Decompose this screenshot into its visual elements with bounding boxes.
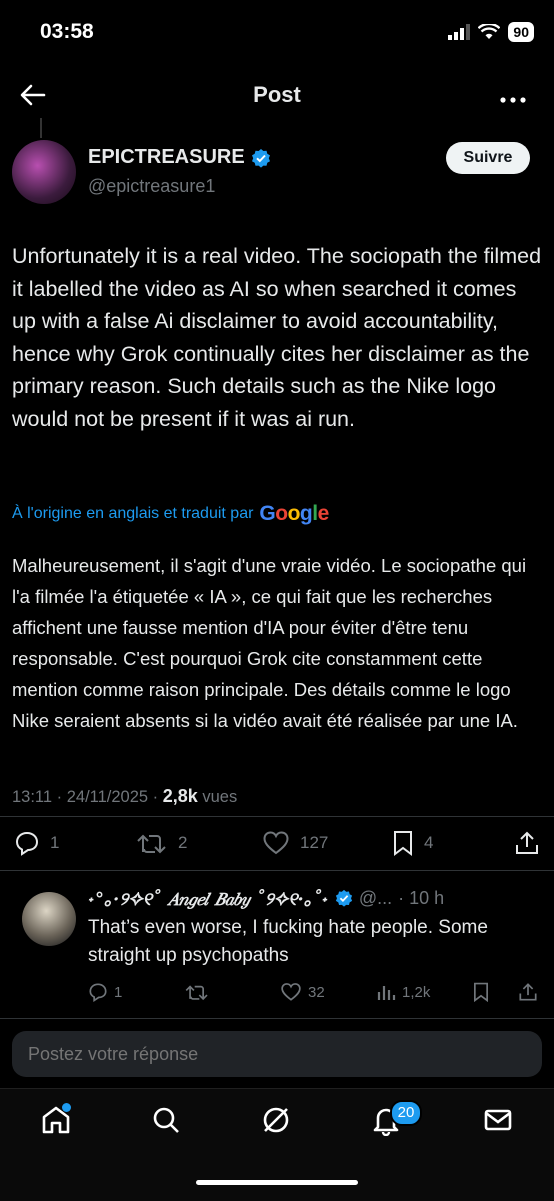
views-label: vues <box>197 788 238 806</box>
status-icons: 90 <box>448 22 534 42</box>
heart-icon <box>263 831 289 855</box>
author-name: EPICTREASURE <box>88 146 245 168</box>
signal-icon <box>448 24 471 40</box>
reply-text: That’s even worse, I fucking hate people… <box>88 917 488 966</box>
home-unread-dot <box>62 1103 71 1112</box>
repost-icon <box>185 985 208 1001</box>
tab-messages[interactable] <box>482 1104 514 1141</box>
wifi-icon <box>478 24 501 39</box>
google-logo: Google <box>259 502 329 525</box>
reply-like-count: 32 <box>308 983 325 1001</box>
reply-input[interactable] <box>12 1031 542 1077</box>
share-action[interactable] <box>514 830 540 856</box>
translated-text: Malheureusement, il s'agit d'une vraie v… <box>12 555 527 731</box>
bookmark-count: 4 <box>424 833 434 852</box>
reply-count: 1 <box>50 833 60 852</box>
reply-views-action[interactable]: 1,2k <box>376 982 430 1002</box>
mail-icon <box>484 1109 512 1131</box>
divider <box>0 1018 554 1019</box>
post-actions: 1 2 127 4 <box>0 826 554 862</box>
reply-handle: @... <box>358 887 393 908</box>
reply-time: · 10 h <box>398 887 445 908</box>
search-icon <box>153 1107 179 1133</box>
reply-action[interactable]: 1 <box>14 830 59 856</box>
tab-grok[interactable] <box>260 1104 292 1141</box>
reply-reply-action[interactable]: 1 <box>88 982 122 1002</box>
repost-icon <box>137 834 166 854</box>
follow-button[interactable]: Suivre <box>446 142 530 174</box>
repost-count: 2 <box>178 833 188 852</box>
author-name-row[interactable]: EPICTREASURE <box>88 146 271 169</box>
like-action[interactable]: 127 <box>262 830 328 856</box>
share-icon <box>519 983 537 1001</box>
more-options-button[interactable] <box>500 84 526 110</box>
reply-reply-count: 1 <box>114 983 123 1001</box>
reply-views-count: 1,2k <box>402 983 431 1001</box>
notifications-badge: 20 <box>390 1100 422 1126</box>
thread-connector <box>40 118 42 138</box>
author-handle: @epictreasure1 <box>88 176 216 196</box>
bookmark-icon <box>474 982 488 1002</box>
translation-attribution[interactable]: À l'origine en anglais et traduit par Go… <box>12 502 329 526</box>
divider <box>0 870 554 871</box>
home-indicator <box>196 1180 358 1185</box>
bookmark-icon <box>394 831 412 856</box>
reply-avatar[interactable] <box>22 892 76 946</box>
like-count: 127 <box>300 833 329 852</box>
post-text: Unfortunately it is a real video. The so… <box>12 244 542 431</box>
reply-icon <box>15 831 39 856</box>
translation-label: À l'origine en anglais et traduit par <box>12 505 254 522</box>
verified-badge-icon <box>251 148 270 168</box>
more-dots-icon <box>500 97 526 103</box>
reply-share-action[interactable] <box>518 982 538 1002</box>
post-datetime: 13:11 · 24/11/2025 · <box>12 788 163 806</box>
post-meta: 13:11 · 24/11/2025 · 2,8k vues <box>12 786 237 807</box>
reply-icon <box>89 983 107 1002</box>
grok-icon <box>263 1107 289 1133</box>
battery-indicator: 90 <box>508 22 534 42</box>
bookmark-action[interactable]: 4 <box>392 830 433 856</box>
analytics-icon <box>377 986 396 1000</box>
verified-badge-icon <box>335 889 352 907</box>
views-count[interactable]: 2,8k <box>163 786 198 806</box>
reply-bookmark-action[interactable] <box>472 982 490 1002</box>
repost-action[interactable]: 2 <box>136 830 187 856</box>
reply-author-row[interactable]: ˖°｡·୨✧୧˚ 𝐴𝑛𝑔𝑒𝑙 𝐵𝑎𝑏𝑦 ˚୨✧୧·｡˚˖ @... · 10 h <box>88 885 444 911</box>
reply-repost-action[interactable] <box>184 982 210 1002</box>
reply-actions: 1 32 1,2k <box>0 978 554 1008</box>
reply-author-name: ˖°｡·୨✧୧˚ 𝐴𝑛𝑔𝑒𝑙 𝐵𝑎𝑏𝑦 ˚୨✧୧·｡˚˖ <box>88 889 329 910</box>
share-icon <box>516 831 538 854</box>
heart-icon <box>281 983 301 1001</box>
status-time: 03:58 <box>40 20 94 43</box>
author-avatar[interactable] <box>12 140 76 204</box>
divider <box>0 816 554 817</box>
page-title: Post <box>253 82 301 107</box>
tab-search[interactable] <box>150 1104 182 1141</box>
reply-like-action[interactable]: 32 <box>280 982 325 1002</box>
